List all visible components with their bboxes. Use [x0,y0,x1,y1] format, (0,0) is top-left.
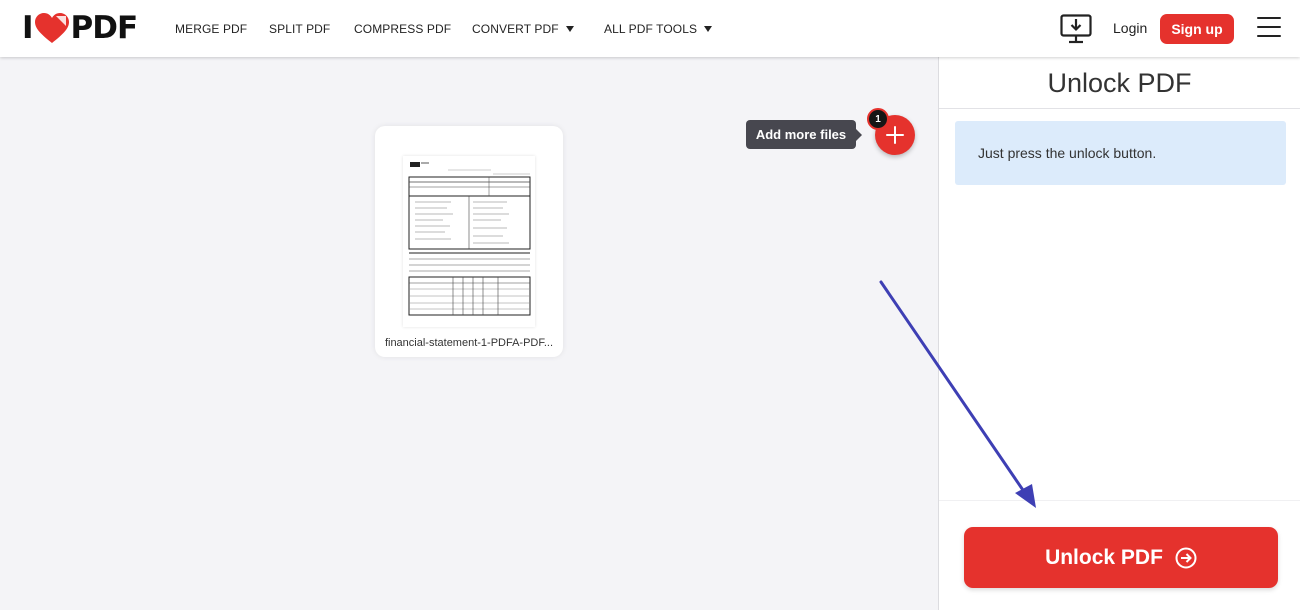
panel-footer: Unlock PDF [939,500,1300,610]
sign-up-button[interactable]: Sign up [1160,14,1234,44]
pdf-page-thumbnail [403,156,535,327]
nav-label: COMPRESS PDF [354,22,452,36]
nav-label: ALL PDF TOOLS [604,22,698,36]
heart-logo-icon [34,13,69,43]
nav-compress-pdf[interactable]: COMPRESS PDF [354,22,451,36]
nav-split-pdf[interactable]: SPLIT PDF [269,22,330,36]
nav-convert-pdf[interactable]: CONVERT PDF [472,22,574,36]
logo-text-pdf: PDF [70,10,139,46]
nav-label: SPLIT PDF [269,22,331,36]
panel-title: Unlock PDF [939,57,1300,109]
ilovepdf-logo[interactable]: I PDF [22,10,139,46]
logo-letter-i: I [22,10,34,46]
nav-label: CONVERT PDF [472,22,559,36]
file-workspace: financial-statement-1-PDFA-PDF... Add mo… [0,57,938,610]
top-navigation-bar: I PDF MERGE PDF SPLIT PDF COMPRESS PDF C… [0,0,1300,57]
nav-all-pdf-tools[interactable]: ALL PDF TOOLS [604,22,713,36]
caret-down-icon [704,26,713,32]
hamburger-menu-icon[interactable] [1257,17,1281,39]
nav-label: MERGE PDF [175,22,248,36]
file-count-badge: 1 [867,108,889,130]
login-link[interactable]: Login [1113,20,1147,36]
nav-merge-pdf[interactable]: MERGE PDF [175,22,247,36]
circle-arrow-right-icon [1175,547,1197,568]
caret-down-icon [565,26,574,32]
desktop-download-icon[interactable] [1060,14,1092,44]
file-name: financial-statement-1-PDFA-PDF... [384,337,554,349]
unlock-button-label: Unlock PDF [1045,545,1163,569]
info-message: Just press the unlock button. [955,121,1286,185]
unlock-pdf-button[interactable]: Unlock PDF [964,527,1278,588]
file-card[interactable]: financial-statement-1-PDFA-PDF... [375,126,563,357]
side-panel: Unlock PDF Just press the unlock button.… [938,57,1300,610]
add-more-files-tooltip: Add more files [746,120,862,149]
